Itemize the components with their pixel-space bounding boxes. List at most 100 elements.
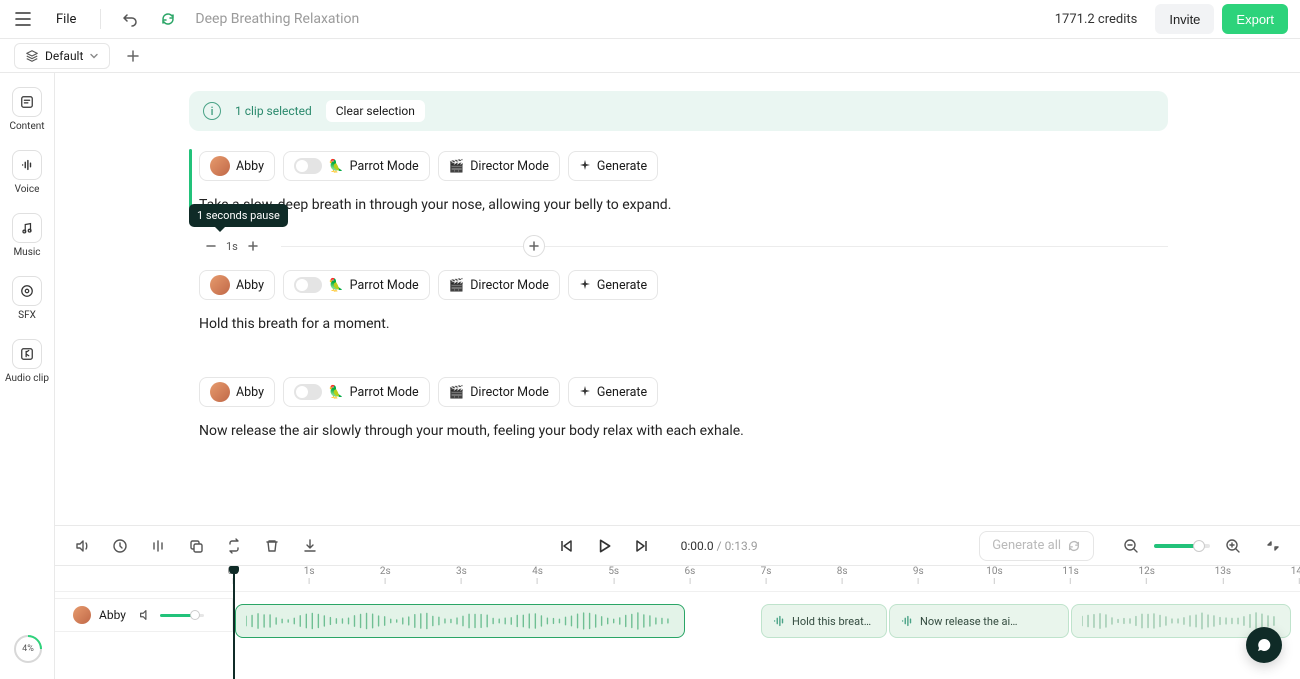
clip-block[interactable]: Abby 🦜 Parrot Mode 🎬 Director Mode Gener… bbox=[189, 377, 1168, 442]
rail-audioclip-label: Audio clip bbox=[5, 373, 49, 384]
rail-sfx-label: SFX bbox=[18, 310, 36, 321]
generate-all-button[interactable]: Generate all bbox=[979, 531, 1094, 561]
ruler-tick: 8s bbox=[837, 566, 848, 584]
invite-button[interactable]: Invite bbox=[1155, 4, 1214, 34]
avatar bbox=[210, 382, 230, 402]
collapse-button[interactable] bbox=[1256, 529, 1290, 563]
parrot-icon: 🦜 bbox=[328, 385, 344, 400]
clip-block[interactable]: Abby 🦜 Parrot Mode 🎬 Director Mode Gener… bbox=[189, 151, 1168, 216]
director-label: Director Mode bbox=[470, 385, 549, 400]
speaker-chip[interactable]: Abby bbox=[199, 270, 275, 300]
pause-value: 1s bbox=[226, 240, 238, 253]
timeline-clip[interactable] bbox=[235, 604, 685, 638]
file-menu[interactable]: File bbox=[44, 4, 88, 34]
generate-chip[interactable]: Generate bbox=[568, 270, 658, 300]
generate-label: Generate bbox=[597, 159, 647, 174]
timeline-clip[interactable]: Hold this breath fo… bbox=[761, 604, 887, 638]
zoom-out-button[interactable] bbox=[1114, 529, 1148, 563]
timeline: 0:00.0 / 0:13.9 Generate all 0s1s2s3s4s5… bbox=[55, 525, 1300, 679]
toggle[interactable] bbox=[294, 384, 322, 400]
chat-fab[interactable] bbox=[1246, 627, 1282, 663]
export-button[interactable]: Export bbox=[1222, 4, 1288, 34]
timeline-ruler[interactable]: 0s1s2s3s4s5s6s7s8s9s10s11s12s13s14s bbox=[55, 566, 1300, 592]
director-mode-chip[interactable]: 🎬 Director Mode bbox=[438, 270, 560, 300]
ruler-tick: 3s bbox=[456, 566, 467, 584]
parrot-mode-chip[interactable]: 🦜 Parrot Mode bbox=[283, 151, 430, 181]
parrot-mode-chip[interactable]: 🦜 Parrot Mode bbox=[283, 270, 430, 300]
sparkle-icon bbox=[579, 160, 591, 172]
loop-button[interactable] bbox=[217, 529, 251, 563]
generate-label: Generate bbox=[597, 278, 647, 293]
toggle[interactable] bbox=[294, 277, 322, 293]
speaker-name: Abby bbox=[236, 159, 264, 174]
volume-button[interactable] bbox=[65, 529, 99, 563]
generate-chip[interactable]: Generate bbox=[568, 151, 658, 181]
rail-sfx[interactable]: SFX bbox=[4, 272, 50, 325]
skip-forward-button[interactable] bbox=[625, 529, 659, 563]
download-button[interactable] bbox=[293, 529, 327, 563]
parrot-mode-chip[interactable]: 🦜 Parrot Mode bbox=[283, 377, 430, 407]
add-clip-button[interactable] bbox=[523, 235, 545, 257]
editor-main: i 1 clip selected Clear selection Abby 🦜… bbox=[55, 73, 1300, 525]
layer-select[interactable]: Default bbox=[14, 43, 110, 69]
undo-icon bbox=[122, 11, 138, 27]
zoom-in-button[interactable] bbox=[1216, 529, 1250, 563]
ruler-tick: 6s bbox=[684, 566, 695, 584]
pause-increase-button[interactable] bbox=[244, 237, 262, 255]
rail-voice[interactable]: Voice bbox=[4, 146, 50, 199]
progress-value: 4% bbox=[22, 644, 34, 654]
skip-back-button[interactable] bbox=[549, 529, 583, 563]
generate-chip[interactable]: Generate bbox=[568, 377, 658, 407]
split-button[interactable] bbox=[141, 529, 175, 563]
play-button[interactable] bbox=[587, 529, 621, 563]
rail-audioclip[interactable]: Audio clip bbox=[4, 335, 50, 388]
credits-display: 1771.2 credits bbox=[1045, 12, 1148, 27]
ruler-tick: 1s bbox=[304, 566, 315, 584]
clock-icon bbox=[112, 538, 128, 554]
toggle[interactable] bbox=[294, 158, 322, 174]
delete-button[interactable] bbox=[255, 529, 289, 563]
director-label: Director Mode bbox=[470, 278, 549, 293]
pause-decrease-button[interactable] bbox=[202, 237, 220, 255]
sync-icon bbox=[160, 11, 176, 27]
speaker-chip[interactable]: Abby bbox=[199, 377, 275, 407]
total-time: 0:13.9 bbox=[725, 539, 758, 553]
menu-button[interactable] bbox=[6, 2, 40, 36]
skip-back-icon bbox=[558, 538, 574, 554]
zoom-slider[interactable] bbox=[1154, 544, 1210, 548]
clip-text[interactable]: Take a slow, deep breath in through your… bbox=[199, 195, 1168, 216]
clip-text[interactable]: Now release the air slowly through your … bbox=[199, 421, 1168, 442]
sparkle-icon bbox=[579, 279, 591, 291]
director-mode-chip[interactable]: 🎬 Director Mode bbox=[438, 377, 560, 407]
clip-block[interactable]: Abby 🦜 Parrot Mode 🎬 Director Mode Gener… bbox=[189, 270, 1168, 335]
director-mode-chip[interactable]: 🎬 Director Mode bbox=[438, 151, 560, 181]
loop-icon bbox=[226, 538, 242, 554]
undo-button[interactable] bbox=[113, 2, 147, 36]
director-icon: 🎬 bbox=[449, 385, 465, 400]
zoom-out-icon bbox=[1123, 538, 1139, 554]
layers-icon bbox=[25, 49, 39, 63]
ruler-tick: 11s bbox=[1062, 566, 1078, 584]
play-icon bbox=[595, 537, 613, 555]
collapse-icon bbox=[1265, 538, 1281, 554]
clip-text[interactable]: Hold this breath for a moment. bbox=[199, 314, 1168, 335]
pause-row: 1 seconds pause 1s bbox=[195, 234, 1168, 258]
generate-all-label: Generate all bbox=[992, 538, 1061, 553]
sparkle-icon bbox=[579, 386, 591, 398]
timeline-clip-label: Now release the ai… bbox=[920, 615, 1018, 628]
progress-badge[interactable]: 4% bbox=[14, 635, 42, 663]
history-button[interactable] bbox=[103, 529, 137, 563]
duplicate-button[interactable] bbox=[179, 529, 213, 563]
sync-button[interactable] bbox=[151, 2, 185, 36]
audioclip-icon bbox=[20, 347, 34, 361]
rail-content[interactable]: Content bbox=[4, 83, 50, 136]
rail-music[interactable]: Music bbox=[4, 209, 50, 262]
playhead[interactable] bbox=[233, 566, 235, 679]
speaker-name: Abby bbox=[236, 385, 264, 400]
add-layer-button[interactable] bbox=[120, 43, 146, 69]
clear-selection-button[interactable]: Clear selection bbox=[326, 100, 425, 122]
speaker-chip[interactable]: Abby bbox=[199, 151, 275, 181]
timeline-clip[interactable]: Now release the ai… bbox=[889, 604, 1069, 638]
refresh-icon bbox=[1067, 539, 1081, 553]
split-icon bbox=[150, 538, 166, 554]
